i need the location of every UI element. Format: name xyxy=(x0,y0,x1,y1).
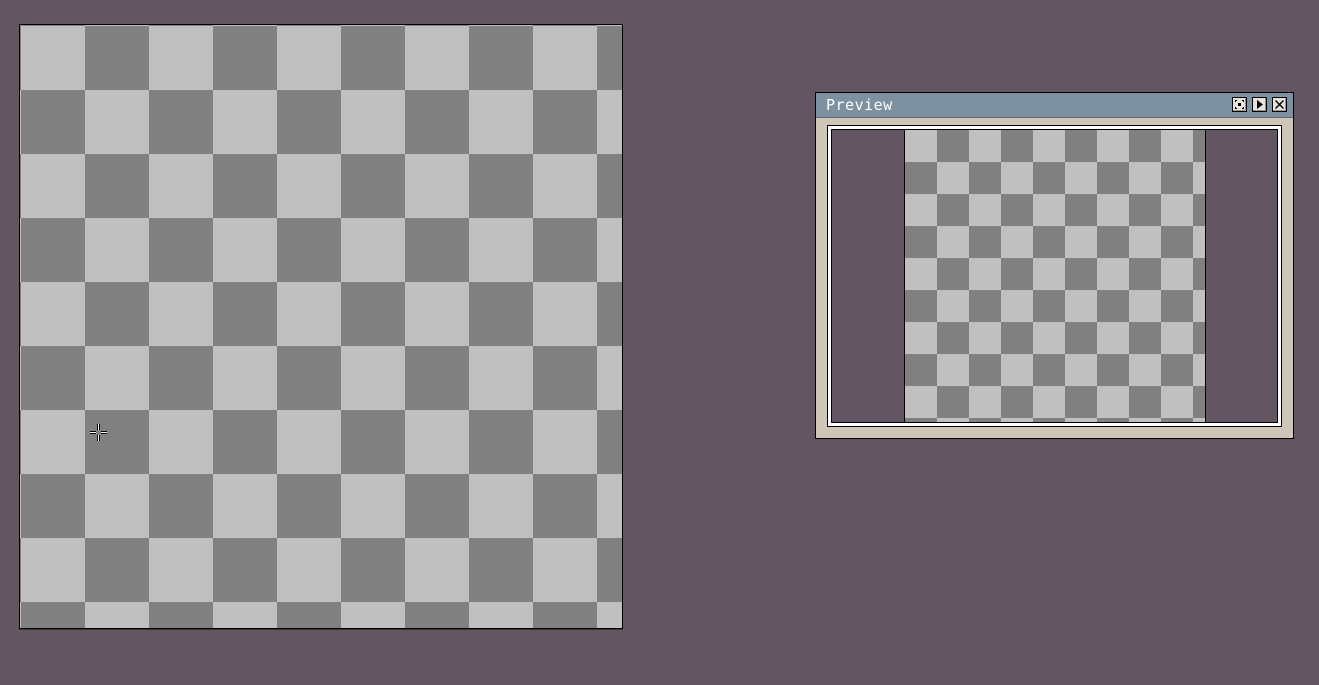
crosshair-cursor-icon xyxy=(90,424,107,441)
preview-window[interactable]: Preview xyxy=(815,92,1294,439)
preview-titlebar[interactable]: Preview xyxy=(816,93,1293,118)
sprite-canvas[interactable] xyxy=(19,24,623,629)
preview-frame xyxy=(827,125,1282,427)
preview-title: Preview xyxy=(826,96,893,114)
preview-viewport[interactable] xyxy=(831,129,1278,423)
fit-view-button[interactable] xyxy=(1232,97,1247,112)
play-icon xyxy=(1257,100,1263,109)
fit-view-icon xyxy=(1235,100,1244,109)
close-icon xyxy=(1275,100,1284,109)
close-button[interactable] xyxy=(1272,97,1287,112)
play-button[interactable] xyxy=(1252,97,1267,112)
preview-image xyxy=(904,130,1206,422)
